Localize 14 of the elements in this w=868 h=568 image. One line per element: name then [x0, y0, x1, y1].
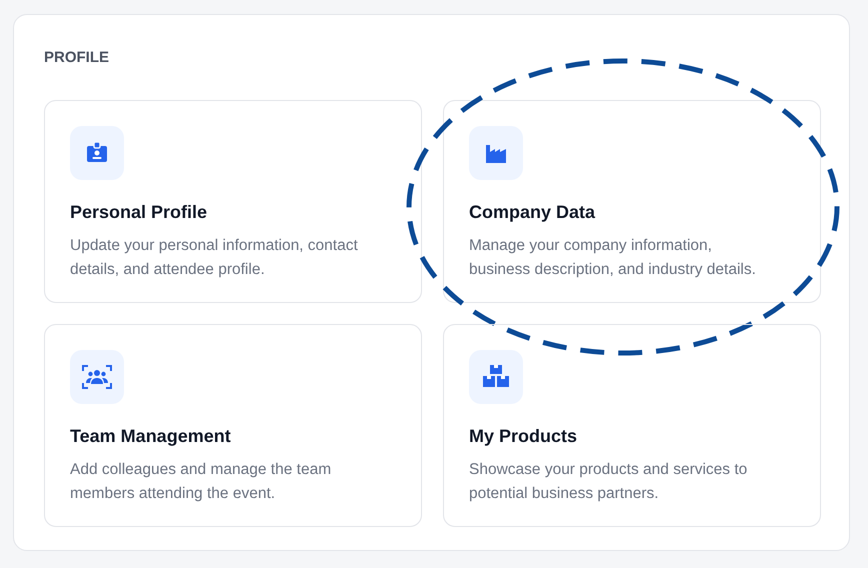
card-title: Personal Profile [70, 200, 208, 224]
team-icon [81, 362, 113, 390]
card-description: Add colleagues and manage the team members attending the event. [70, 460, 332, 504]
profile-card[interactable]: Personal Profile Update your personal information, contact details, and attendee profile. [44, 100, 422, 302]
profile-card[interactable]: My Products Showcase your products and services to potential business partners. [443, 324, 821, 526]
section-title: PROFILE [44, 48, 110, 68]
card-title: Team Management [70, 424, 232, 448]
profile-card[interactable]: Team Management Add colleagues and manage the team members attending the event. [44, 324, 422, 526]
card-title: Company Data [469, 200, 596, 224]
card-description: Showcase your products and services to potential business partners. [469, 460, 748, 504]
profile-card[interactable]: Company Data Manage your company information, business description, and industry details. [443, 100, 821, 302]
card-title: My Products [469, 424, 578, 448]
card-description: Update your personal information, contact details, and attendee profile. [70, 236, 359, 280]
card-description: Manage your company information, business description, and industry details. [469, 236, 757, 280]
